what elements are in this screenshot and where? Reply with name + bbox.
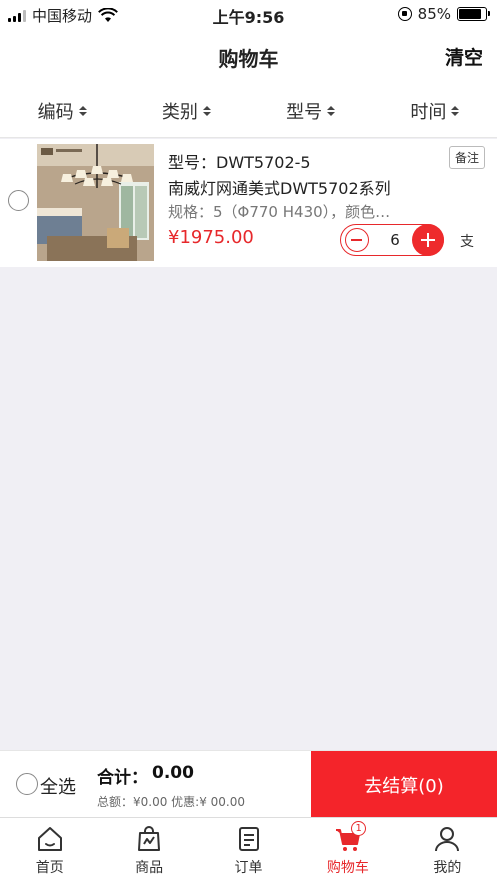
shopping-bag-icon	[138, 826, 161, 851]
battery-percent: 85%	[417, 5, 451, 23]
tab-profile[interactable]: 我的	[398, 818, 497, 883]
tab-home[interactable]: 首页	[0, 818, 99, 883]
tab-bar: 首页 商品 订单 1 购物车 我的	[0, 817, 497, 883]
increase-quantity-button[interactable]	[412, 224, 444, 256]
checkout-button[interactable]: 去结算(0)	[311, 751, 497, 818]
item-select-checkbox[interactable]	[8, 190, 29, 211]
quantity-stepper: 6	[340, 224, 444, 256]
user-icon	[435, 827, 460, 852]
tab-orders[interactable]: 订单	[199, 818, 298, 883]
quantity-value[interactable]: 6	[375, 231, 415, 249]
cart-item: 型号：DWT5702-5 备注 南威灯网通美式DWT5702系列 规格：5（Φ7…	[0, 139, 497, 267]
total-label: 合计：	[97, 768, 148, 788]
item-spec: 规格：5（Φ770 H430），颜色…	[168, 203, 391, 221]
sort-bar: 编码 类别 型号 时间	[0, 84, 497, 138]
select-all-checkbox[interactable]	[16, 773, 38, 795]
item-price: ¥1975.00	[168, 227, 254, 248]
sort-arrows-icon	[327, 105, 336, 116]
sort-label: 时间	[410, 101, 447, 123]
sort-arrows-icon	[78, 105, 87, 116]
tab-label: 商品	[135, 860, 164, 876]
battery-icon	[457, 7, 490, 21]
status-bar: 中国移动 上午9:56 85%	[0, 0, 497, 30]
total-value: 0.00	[152, 763, 194, 783]
product-image[interactable]	[37, 144, 154, 261]
nav-header: 购物车 清空	[0, 30, 497, 84]
tab-label: 订单	[234, 860, 263, 876]
order-list-icon	[238, 827, 259, 851]
sort-label: 编码	[37, 101, 74, 123]
sort-by-model[interactable]: 型号	[286, 98, 336, 124]
decrease-quantity-button[interactable]	[345, 228, 369, 252]
status-right: 85%	[397, 5, 490, 23]
cart-badge: 1	[351, 821, 367, 836]
home-icon	[37, 827, 62, 851]
page-title: 购物车	[218, 47, 279, 71]
select-all-label[interactable]: 全选	[40, 773, 76, 799]
item-name: 南威灯网通美式DWT5702系列	[168, 179, 391, 198]
sort-arrows-icon	[202, 105, 211, 116]
item-unit: 支	[460, 234, 474, 250]
tab-label: 我的	[433, 860, 462, 876]
sort-arrows-icon	[451, 105, 460, 116]
note-button[interactable]: 备注	[448, 146, 485, 169]
checkout-bar: 全选 合计： 0.00 总额：¥0.00 优惠:¥ 00.00 去结算(0)	[0, 750, 497, 818]
sort-label: 类别	[161, 101, 198, 123]
sort-by-time[interactable]: 时间	[410, 98, 460, 124]
total-detail: 总额：¥0.00 优惠:¥ 00.00	[97, 795, 246, 809]
tab-products[interactable]: 商品	[99, 818, 198, 883]
item-model: 型号：DWT5702-5	[168, 153, 311, 172]
sort-by-category[interactable]: 类别	[162, 98, 211, 124]
tab-label: 购物车	[326, 860, 369, 876]
tab-label: 首页	[35, 860, 64, 876]
sort-by-code[interactable]: 编码	[38, 98, 87, 124]
clear-button[interactable]: 清空	[445, 43, 483, 70]
sort-label: 型号	[286, 101, 323, 123]
orientation-lock-icon	[397, 7, 412, 21]
tab-cart[interactable]: 1 购物车	[298, 818, 397, 883]
